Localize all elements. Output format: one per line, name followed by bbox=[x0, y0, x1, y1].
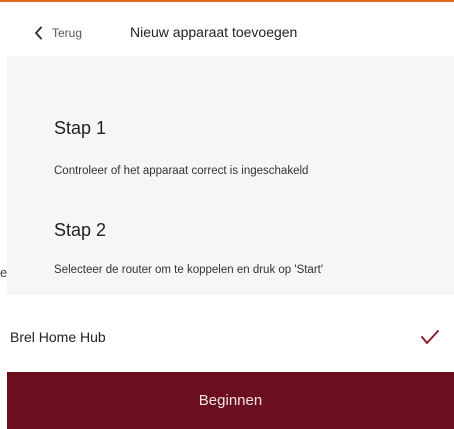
clipped-text-fragment: e bbox=[0, 265, 8, 280]
step-2-description: Selecteer de router om te koppelen en dr… bbox=[54, 264, 324, 276]
instructions-panel: Stap 1 Controleer of het apparaat correc… bbox=[7, 56, 454, 295]
navigation-header: Terug Nieuw apparaat toevoegen bbox=[0, 2, 454, 56]
back-label: Terug bbox=[52, 26, 83, 40]
device-name: Brel Home Hub bbox=[10, 329, 106, 345]
step-2-title: Stap 2 bbox=[54, 220, 107, 240]
back-button[interactable]: Terug bbox=[34, 22, 82, 44]
step-1-description: Controleer of het apparaat correct is in… bbox=[54, 165, 309, 177]
start-button[interactable]: Beginnen bbox=[7, 372, 454, 429]
page-title: Nieuw apparaat toevoegen bbox=[130, 24, 298, 40]
device-list-item[interactable]: Brel Home Hub bbox=[0, 318, 454, 358]
chevron-left-icon bbox=[34, 26, 46, 40]
checkmark-icon bbox=[420, 328, 440, 346]
step-1-title: Stap 1 bbox=[54, 118, 107, 138]
